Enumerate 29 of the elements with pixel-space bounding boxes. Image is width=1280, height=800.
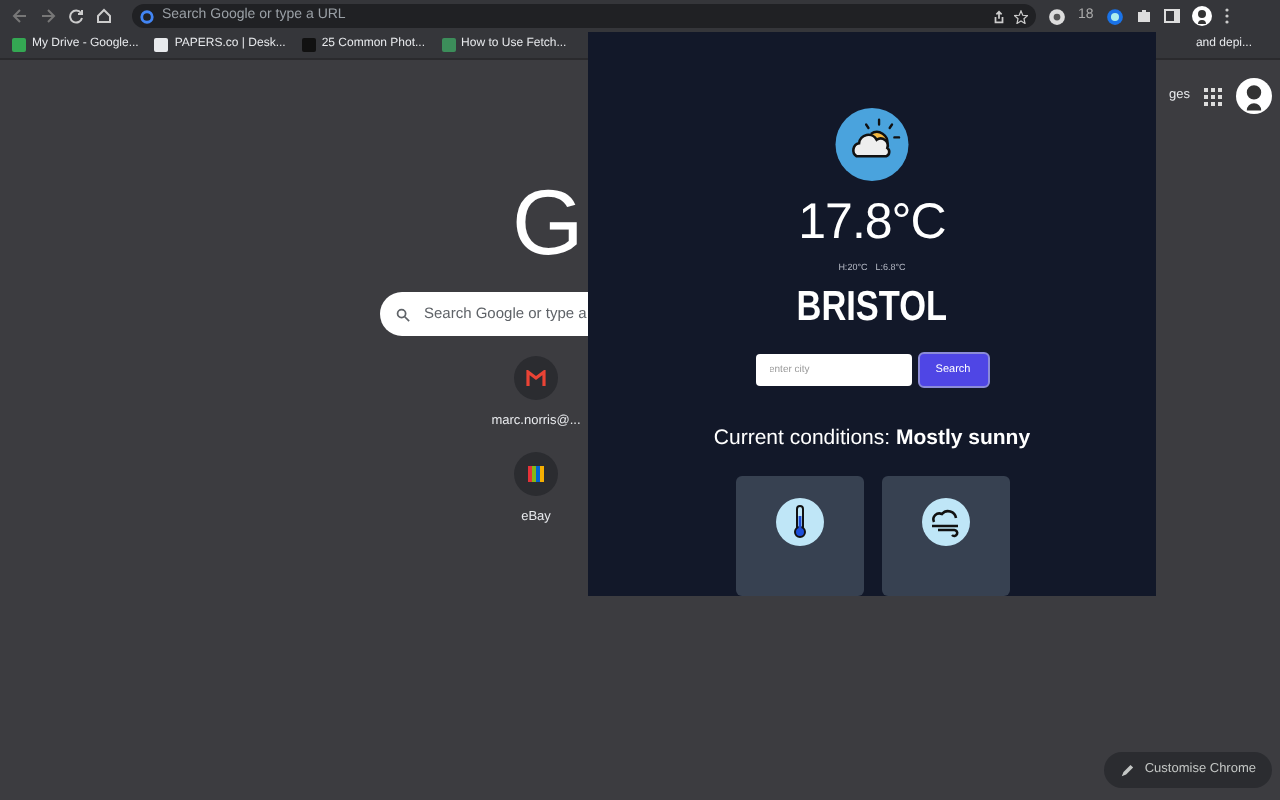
shortcut-tile[interactable] bbox=[514, 451, 558, 496]
avatar-icon[interactable] bbox=[1236, 78, 1272, 114]
google-icon bbox=[140, 9, 154, 23]
mail-icon bbox=[526, 370, 546, 386]
favicon-icon bbox=[301, 38, 316, 52]
city-name: BRISTOL bbox=[796, 286, 948, 329]
current-conditions: Current conditions: Mostly sunny bbox=[713, 424, 1031, 455]
thermometer-icon bbox=[775, 498, 823, 546]
wind-cloud-icon bbox=[921, 498, 969, 546]
forward-icon[interactable] bbox=[40, 8, 56, 24]
share-icon[interactable] bbox=[992, 9, 1006, 23]
temperature: 17.8°C bbox=[798, 197, 946, 247]
back-icon[interactable] bbox=[12, 8, 28, 24]
star-icon[interactable] bbox=[1014, 9, 1028, 23]
google-logo: G bbox=[512, 176, 584, 272]
menu-icon[interactable] bbox=[1223, 8, 1230, 24]
avatar-icon[interactable] bbox=[1191, 6, 1212, 26]
side-panel-icon[interactable] bbox=[1163, 8, 1180, 24]
favicon-icon bbox=[154, 38, 169, 52]
favicon-icon bbox=[441, 38, 456, 52]
reload-icon[interactable] bbox=[68, 8, 84, 24]
favicon-icon bbox=[12, 38, 26, 52]
apps-grid-icon[interactable] bbox=[1204, 87, 1222, 105]
shortcut-tile[interactable] bbox=[514, 356, 558, 400]
search-icon bbox=[396, 307, 410, 321]
pencil-icon bbox=[1120, 763, 1135, 778]
home-icon[interactable] bbox=[96, 8, 112, 24]
extension-icon[interactable] bbox=[1048, 7, 1066, 25]
extension-icon[interactable] bbox=[1105, 7, 1124, 25]
